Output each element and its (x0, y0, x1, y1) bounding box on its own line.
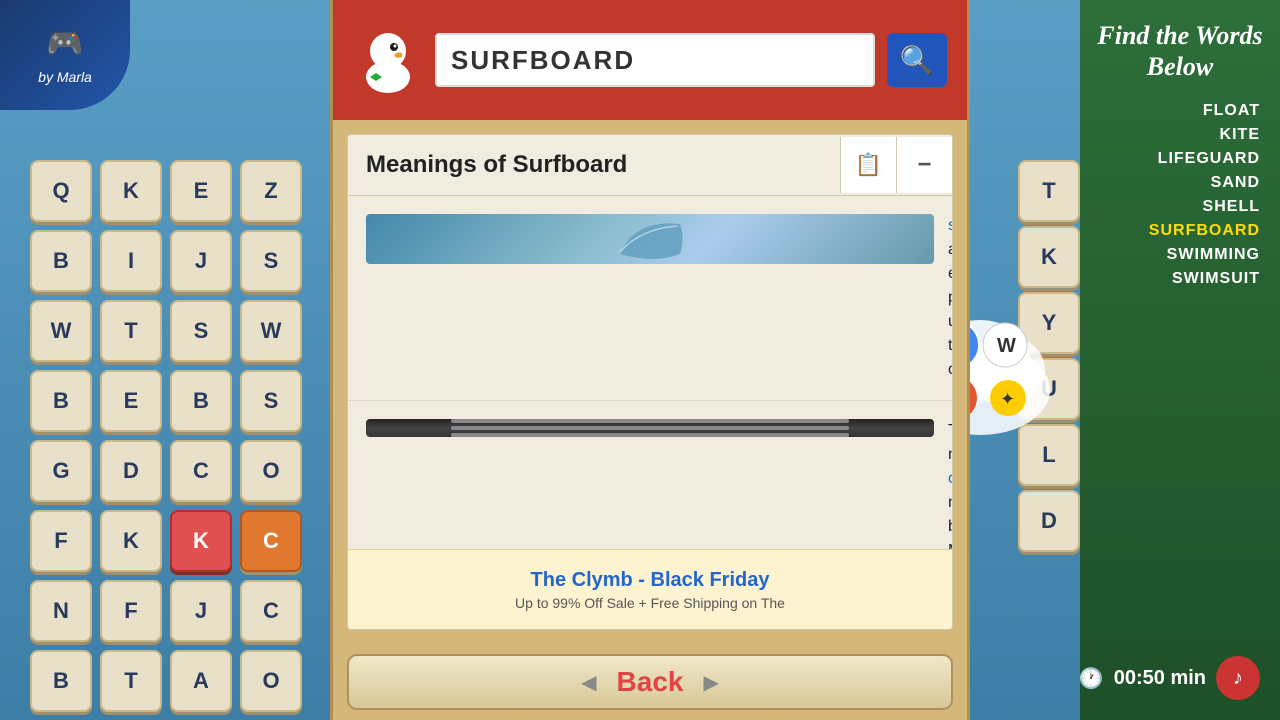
clock-icon: 🕐 (1079, 666, 1104, 691)
meanings-title-wrap: Meanings of Surfboard (348, 135, 840, 195)
ad-title: The Clymb - Black Friday (368, 569, 932, 592)
letter-tile[interactable]: B (30, 650, 92, 712)
definition-2-start: Trademarked name of (948, 422, 952, 463)
letter-tile[interactable]: Q (30, 160, 92, 222)
back-button-wrap: ◀ Back ▶ (333, 644, 967, 720)
letter-tile[interactable]: W (240, 300, 302, 362)
brand-icon: 🎮 (46, 26, 83, 61)
definition-1-tail: , an elongated platform used in the spor… (948, 217, 952, 378)
letter-tile[interactable]: G (30, 440, 92, 502)
letter-tile[interactable]: E (100, 370, 162, 432)
letter-tile[interactable]: D (100, 440, 162, 502)
letter-tile[interactable]: S (240, 370, 302, 432)
search-button[interactable]: 🔍 (887, 33, 947, 87)
meanings-title: Meanings of Surfboard (366, 151, 627, 178)
ad-subtitle: Up to 99% Off Sale + Free Shipping on Th… (368, 595, 932, 611)
letter-tile[interactable]: W (30, 300, 92, 362)
letter-tile[interactable]: J (170, 580, 232, 642)
cable-modem-link[interactable]: cable modem (948, 470, 952, 487)
definitions-list: surfboard, an elongated platform used in… (348, 196, 952, 549)
back-arrow-left-icon: ◀ (581, 670, 596, 695)
brand-badge: 🎮 by Marla (0, 0, 130, 110)
word-item-swimsuit: SWIMSUIT (1090, 270, 1270, 288)
letter-tile[interactable]: B (30, 230, 92, 292)
right-tile[interactable]: T (1018, 160, 1080, 222)
modem-line (451, 419, 849, 423)
right-tile[interactable]: D (1018, 490, 1080, 552)
letter-tile[interactable]: B (30, 370, 92, 432)
timer-display: 00:50 min (1114, 667, 1206, 690)
letter-tile[interactable]: C (240, 580, 302, 642)
definition-entry-2: Trademarked name of cable modem manufact… (348, 401, 952, 549)
definition-text-2: Trademarked name of cable modem manufact… (948, 419, 952, 549)
svg-text:✦: ✦ (1000, 389, 1015, 409)
letter-tile[interactable]: T (100, 650, 162, 712)
letter-tile[interactable]: I (100, 230, 162, 292)
letter-tile[interactable]: K (100, 160, 162, 222)
back-arrow-right-icon: ▶ (703, 670, 718, 695)
letter-tile[interactable]: E (170, 160, 232, 222)
letter-tile[interactable]: Z (240, 160, 302, 222)
svg-text:W: W (997, 335, 1016, 357)
meanings-header: Meanings of Surfboard 📋 − (348, 135, 952, 196)
letter-tile[interactable]: T (100, 300, 162, 362)
copy-button[interactable]: 📋 (840, 137, 896, 193)
minus-icon: − (917, 151, 931, 179)
content-area: Meanings of Surfboard 📋 − (347, 134, 953, 630)
word-item-sand: SAND (1090, 174, 1270, 192)
letter-tile-highlight[interactable]: K (170, 510, 232, 572)
letter-tile[interactable]: K (100, 510, 162, 572)
surfboard-thumbnail (366, 214, 934, 264)
search-query-text: SURFBOARD (451, 45, 635, 76)
letter-tile[interactable]: F (100, 580, 162, 642)
letter-tile[interactable]: F (30, 510, 92, 572)
word-item-surfboard: SURFBOARD (1090, 222, 1270, 240)
right-tile[interactable]: K (1018, 226, 1080, 288)
word-item-kite: KITE (1090, 126, 1270, 144)
collapse-button[interactable]: − (896, 137, 952, 193)
duckduckgo-logo (353, 20, 423, 100)
copy-icon: 📋 (855, 152, 882, 178)
letter-tile[interactable]: C (170, 440, 232, 502)
definition-entry-1: surfboard, an elongated platform used in… (348, 196, 952, 401)
letter-tile[interactable]: S (240, 230, 302, 292)
letter-tile[interactable]: O (240, 650, 302, 712)
search-icon: 🔍 (900, 44, 935, 77)
modem-line (451, 433, 849, 437)
brand-by-text: by Marla (38, 69, 92, 85)
letter-tile[interactable]: O (240, 440, 302, 502)
definition-2-tail: manufactured by Motorola Mobility, Inc. (948, 494, 952, 549)
music-button[interactable]: ♪ (1216, 656, 1260, 700)
letter-tile[interactable]: B (170, 370, 232, 432)
back-label: Back (617, 666, 684, 698)
word-item-lifeguard: LIFEGUARD (1090, 150, 1270, 168)
letter-tile[interactable]: N (30, 580, 92, 642)
modal-overlay: SURFBOARD 🔍 Meanings of Surfboard 📋 − (330, 0, 970, 720)
letter-tile[interactable]: J (170, 230, 232, 292)
modem-thumbnail (366, 419, 934, 437)
music-icon: ♪ (1233, 667, 1243, 690)
letter-tile-orange[interactable]: C (240, 510, 302, 572)
find-words-title: Find the WordsBelow (1080, 0, 1280, 92)
definition-text-1: surfboard, an elongated platform used in… (948, 214, 952, 382)
search-header: SURFBOARD 🔍 (333, 0, 967, 120)
letter-grid: Q K E Z B I J S W T S W B E B S G D C O … (30, 160, 306, 716)
search-input-container: SURFBOARD (435, 33, 875, 87)
surfboard-link[interactable]: surfboard (948, 217, 952, 234)
word-item-shell: SHELL (1090, 198, 1270, 216)
right-panel: Find the WordsBelow FLOAT KITE LIFEGUARD… (1080, 0, 1280, 720)
timer-row: 🕐 00:50 min ♪ (1079, 656, 1260, 700)
back-button[interactable]: ◀ Back ▶ (347, 654, 953, 710)
ad-banner[interactable]: The Clymb - Black Friday Up to 99% Off S… (348, 549, 952, 629)
letter-tile[interactable]: A (170, 650, 232, 712)
word-list: FLOAT KITE LIFEGUARD SAND SHELL SURFBOAR… (1080, 92, 1280, 298)
word-item-float: FLOAT (1090, 102, 1270, 120)
word-item-swimming: SWIMMING (1090, 246, 1270, 264)
letter-tile[interactable]: S (170, 300, 232, 362)
modem-line (451, 426, 849, 430)
